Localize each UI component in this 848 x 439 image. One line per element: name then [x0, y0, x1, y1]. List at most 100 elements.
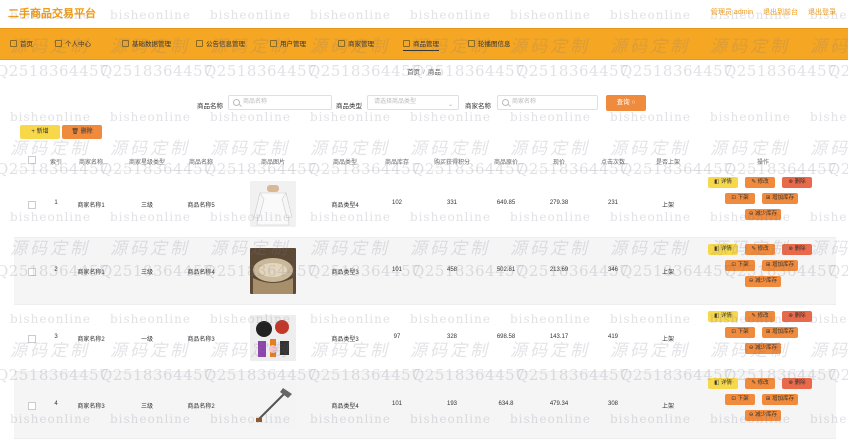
nav-item-notice[interactable]: 公告信息管理 — [196, 38, 245, 48]
edit-button[interactable]: ✎ 修改 — [745, 177, 775, 188]
cell-stock: 101 — [391, 267, 403, 273]
column-header: 商品库存 — [384, 160, 410, 166]
row-checkbox[interactable] — [28, 268, 36, 276]
breadcrumb-separator: / — [423, 69, 425, 76]
edit-button[interactable]: ✎ 修改 — [745, 244, 775, 255]
table-row: 3 商家名称2 一级 商品名称3 商品类型3 97 328 698.58 143.17 419 上架… — [14, 305, 836, 372]
table-header: 索引 商家名称 商家星级类型 商品名称 商品图片 商品类型 商品库存 购买获得积… — [14, 150, 836, 171]
nav-item-carousel[interactable]: 轮播图信息 — [468, 38, 511, 48]
off-shelf-button[interactable]: ⊡ 下架 — [725, 260, 755, 271]
cell-price: 213.69 — [549, 267, 569, 273]
row-operations: ◧ 详情 ✎ 修改 ⊗ 删除 ⊡ 下架 ⊞ 增加库存 ⊖ 减少库存 — [708, 305, 818, 371]
cell-merchant: 商家名称1 — [77, 270, 105, 276]
delete-button[interactable]: ⊗ 删除 — [782, 311, 812, 322]
cell-stock: 97 — [393, 334, 401, 340]
product-image — [250, 248, 296, 294]
table-row: 4 商家名称3 三级 商品名称2 商品类型4 101 193 634.8 479.34 308 上架… — [14, 372, 836, 439]
row-checkbox[interactable] — [28, 402, 36, 410]
user-icon — [55, 39, 62, 47]
off-shelf-button[interactable]: ⊡ 下架 — [725, 193, 755, 204]
nav-item-merchants[interactable]: 商家管理 — [338, 38, 374, 48]
nav-item-home[interactable]: 首页 — [10, 38, 33, 48]
reduce-stock-button[interactable]: ⊖ 减少库存 — [745, 343, 781, 354]
add-stock-button[interactable]: ⊞ 增加库存 — [762, 327, 798, 338]
add-stock-button[interactable]: ⊞ 增加库存 — [762, 260, 798, 271]
search-icon: ○ — [631, 99, 636, 106]
nav-item-label: 轮播图信息 — [478, 41, 511, 48]
reduce-stock-button[interactable]: ⊖ 减少库存 — [745, 276, 781, 287]
cell-status: 上架 — [661, 270, 675, 276]
row-checkbox[interactable] — [28, 335, 36, 343]
detail-button[interactable]: ◧ 详情 — [708, 378, 738, 389]
app-title: 二手商品交易平台 — [8, 8, 96, 20]
column-header: 商品图片 — [260, 160, 286, 166]
cell-clicks: 346 — [607, 267, 619, 273]
row-operations: ◧ 详情 ✎ 修改 ⊗ 删除 ⊡ 下架 ⊞ 增加库存 ⊖ 减少库存 — [708, 171, 818, 237]
cell-type: 商品类型4 — [331, 404, 359, 410]
cell-index: 3 — [54, 334, 58, 340]
cell-orig: 698.58 — [496, 334, 516, 340]
trash-icon: 🗑 — [71, 129, 81, 135]
edit-button[interactable]: ✎ 修改 — [745, 378, 775, 389]
cell-type: 商品类型3 — [331, 337, 359, 343]
logout-to-front-link[interactable]: 退出到前台 — [763, 7, 798, 17]
eye-icon: ◧ — [714, 246, 721, 252]
detail-button[interactable]: ◧ 详情 — [708, 244, 738, 255]
column-header: 商家星级类型 — [128, 160, 166, 166]
top-bar: 二手商品交易平台 管理员 admin 退出到前台 退出登录 — [0, 0, 848, 24]
admin-label: 管理员 admin — [710, 9, 753, 16]
cell-clicks: 419 — [607, 334, 619, 340]
nav-item-users[interactable]: 用户管理 — [270, 38, 306, 48]
column-header: 商品名称 — [188, 160, 214, 166]
nav-item-base-data[interactable]: 基础数据管理 — [122, 38, 171, 48]
nav-item-profile[interactable]: 个人中心 — [55, 38, 91, 48]
batch-delete-button[interactable]: 🗑 删除 — [62, 125, 102, 139]
cell-orig: 649.85 — [496, 200, 516, 206]
product-type-label: 商品类型 — [336, 103, 362, 110]
detail-button[interactable]: ◧ 详情 — [708, 177, 738, 188]
product-name-label: 商品名称 — [197, 103, 223, 110]
add-button[interactable]: + 新增 — [20, 125, 60, 139]
row-checkbox[interactable] — [28, 201, 36, 209]
cell-merchant: 商家名称1 — [77, 203, 105, 209]
home-icon — [10, 39, 17, 47]
nav-item-products[interactable]: 商品管理 — [403, 38, 439, 51]
nav-item-label: 首页 — [20, 41, 33, 48]
cell-points: 193 — [446, 401, 458, 407]
menu-icon — [403, 39, 410, 47]
product-type-select[interactable]: 请选择商品类型 ⌄ — [367, 95, 459, 110]
add-stock-button[interactable]: ⊞ 增加库存 — [762, 193, 798, 204]
breadcrumb-home[interactable]: 首页 — [407, 69, 420, 76]
merchant-name-input[interactable]: 商家名称 — [497, 95, 598, 110]
cell-name: 商品名称4 — [187, 270, 215, 276]
cell-type: 商品类型4 — [331, 203, 359, 209]
edit-button[interactable]: ✎ 修改 — [745, 311, 775, 322]
detail-button[interactable]: ◧ 详情 — [708, 311, 738, 322]
delete-button[interactable]: ⊗ 删除 — [782, 378, 812, 389]
delete-button[interactable]: ⊗ 删除 — [782, 244, 812, 255]
query-button[interactable]: 查询 ○ — [606, 95, 646, 111]
cell-star: 一级 — [140, 337, 154, 343]
select-all-checkbox[interactable] — [28, 156, 36, 164]
eye-icon: ◧ — [714, 313, 721, 319]
reduce-stock-button[interactable]: ⊖ 减少库存 — [745, 410, 781, 421]
column-header: 点击次数 — [600, 160, 626, 166]
menu-icon — [122, 39, 129, 47]
main-nav: 首页 个人中心 基础数据管理 公告信息管理 用户管理 商家管理 商品管理 轮播图… — [0, 28, 848, 60]
off-shelf-button[interactable]: ⊡ 下架 — [725, 394, 755, 405]
cell-stock: 102 — [391, 200, 403, 206]
delete-button[interactable]: ⊗ 删除 — [782, 177, 812, 188]
cell-status: 上架 — [661, 337, 675, 343]
off-shelf-button[interactable]: ⊡ 下架 — [725, 327, 755, 338]
logout-link[interactable]: 退出登录 — [808, 7, 836, 17]
product-name-input[interactable]: 商品名称 — [228, 95, 332, 110]
reduce-stock-button[interactable]: ⊖ 减少库存 — [745, 209, 781, 220]
cell-type: 商品类型3 — [331, 270, 359, 276]
search-icon — [233, 99, 240, 106]
column-header: 现价 — [552, 160, 566, 166]
add-stock-button[interactable]: ⊞ 增加库存 — [762, 394, 798, 405]
cell-index: 2 — [54, 267, 58, 273]
column-header: 商家名称 — [78, 160, 104, 166]
top-links: 管理员 admin 退出到前台 退出登录 — [711, 7, 836, 17]
cell-points: 331 — [446, 200, 458, 206]
